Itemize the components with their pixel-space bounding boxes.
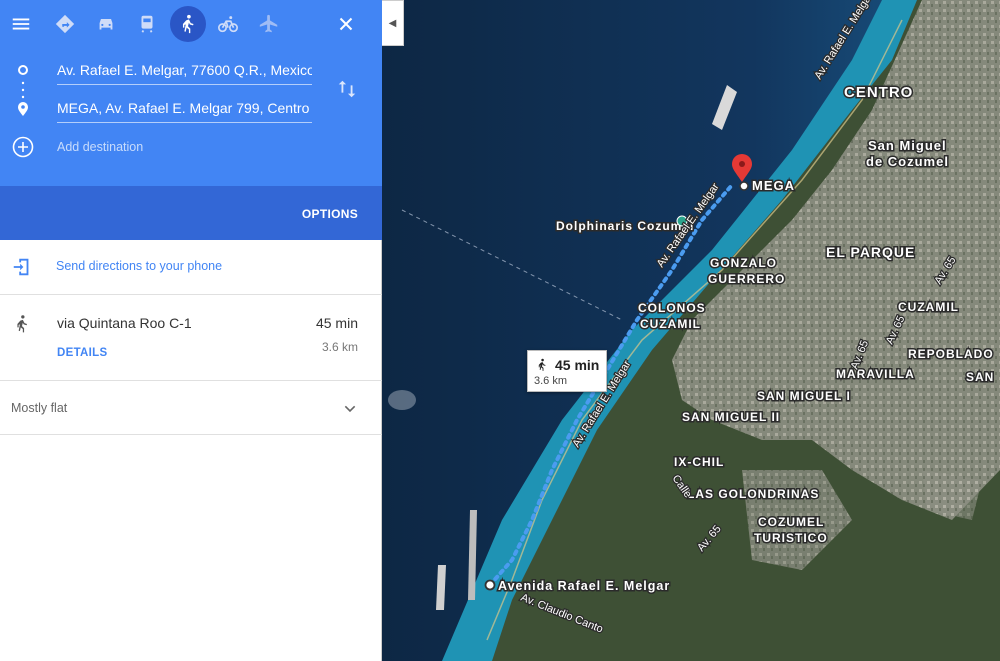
add-destination-label[interactable]: Add destination <box>57 140 143 154</box>
elevation-label: Mostly flat <box>11 401 68 415</box>
label-turistico: TURISTICO <box>754 531 828 545</box>
destination-pin-dot <box>739 161 745 167</box>
label-repoblado: REPOBLADO <box>908 347 994 361</box>
mode-transit-button[interactable] <box>129 6 165 42</box>
origin-marker-icon[interactable] <box>484 579 496 591</box>
label-las-golondrinas: LAS GOLONDRINAS <box>687 487 819 501</box>
satellite-map[interactable]: CENTRO San Miguel de Cozumel MEGA Dolphi… <box>382 0 1000 661</box>
popup-distance: 3.6 km <box>534 375 568 387</box>
travel-mode-bar <box>0 6 382 42</box>
mode-best-button[interactable] <box>47 6 83 42</box>
label-san: SAN <box>966 370 994 384</box>
collapse-panel-button[interactable]: ◀ <box>382 0 404 46</box>
label-maravilla: MARAVILLA <box>836 367 915 381</box>
walk-icon <box>17 315 27 333</box>
close-button[interactable] <box>328 6 364 42</box>
walk-icon <box>538 358 546 371</box>
label-de-cozumel: de Cozumel <box>866 154 949 169</box>
bicycle-icon <box>218 16 238 33</box>
origin-input[interactable]: Av. Rafael E. Melgar, 77600 Q.R., Mexico <box>57 59 312 85</box>
map-canvas[interactable]: CENTRO San Miguel de Cozumel MEGA Dolphi… <box>382 0 1000 661</box>
menu-button[interactable] <box>3 6 39 42</box>
popup-duration: 45 min <box>555 357 600 373</box>
route-duration-popup[interactable]: 45 min 3.6 km <box>527 350 607 392</box>
label-colonos-cuzamil: CUZAMIL <box>640 317 701 331</box>
label-dolphinaris[interactable]: Dolphinaris Cozumel <box>555 218 695 235</box>
label-mega[interactable]: MEGA <box>751 177 796 195</box>
swap-icon[interactable] <box>336 78 358 100</box>
route-option[interactable]: via Quintana Roo C-1 45 min 3.6 km DETAI… <box>0 295 382 381</box>
flight-icon <box>259 14 278 33</box>
send-to-phone-icon <box>13 258 29 276</box>
destination-marker-icon <box>739 181 749 191</box>
label-san-miguel-i: SAN MIGUEL I <box>757 389 851 403</box>
label-cozumel: COZUMEL <box>758 515 824 529</box>
label-cuzamil: CUZAMIL <box>898 300 959 314</box>
transit-icon <box>141 15 153 33</box>
route-via: via Quintana Roo C-1 <box>57 315 192 331</box>
label-san-miguel: San Miguel <box>868 138 947 153</box>
route-duration: 45 min <box>315 315 358 331</box>
close-icon <box>339 17 353 31</box>
directions-header: Av. Rafael E. Melgar, 77600 Q.R., Mexico… <box>0 0 382 186</box>
directions-panel: Av. Rafael E. Melgar, 77600 Q.R., Mexico… <box>0 0 382 661</box>
cloud-patch <box>388 390 416 410</box>
mode-bicycle-button[interactable] <box>210 6 246 42</box>
chevron-down-icon[interactable] <box>342 401 358 417</box>
directions-icon <box>55 14 75 34</box>
send-to-phone-row[interactable]: Send directions to your phone <box>0 240 382 295</box>
route-distance: 3.6 km <box>321 340 358 354</box>
details-button[interactable]: DETAILS <box>57 347 107 359</box>
label-guerrero: GUERRERO <box>708 272 785 286</box>
destination-input[interactable]: MEGA, Av. Rafael E. Melgar 799, Centro <box>57 97 312 123</box>
options-button[interactable]: OPTIONS <box>302 207 358 221</box>
options-bar: OPTIONS <box>0 186 382 240</box>
label-el-parque: EL PARQUE <box>826 244 915 260</box>
mode-walk-button[interactable] <box>170 6 206 42</box>
elevation-row[interactable]: Mostly flat <box>0 381 382 435</box>
chevron-left-icon: ◀ <box>388 17 397 29</box>
label-gonzalo: GONZALO <box>710 256 777 270</box>
label-ix-chil: IX-CHIL <box>674 455 724 469</box>
label-san-miguel-ii: SAN MIGUEL II <box>682 410 780 424</box>
menu-icon <box>12 18 30 30</box>
mode-flight-button[interactable] <box>251 6 287 42</box>
walk-icon <box>182 14 194 34</box>
label-centro: CENTRO <box>844 84 913 101</box>
send-to-phone-label: Send directions to your phone <box>56 259 223 273</box>
add-destination-icon[interactable] <box>11 135 35 159</box>
car-icon <box>99 18 113 30</box>
label-colonos: COLONOS <box>638 301 706 315</box>
mode-car-button[interactable] <box>88 6 124 42</box>
